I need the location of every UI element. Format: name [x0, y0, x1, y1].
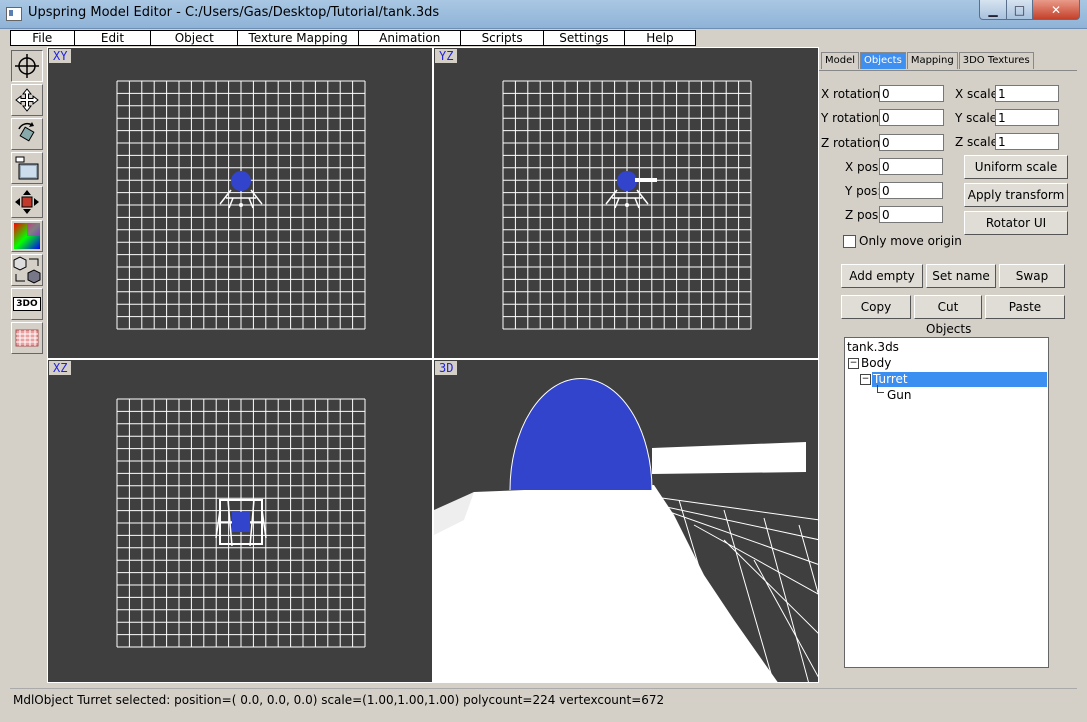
- x-rotation-input[interactable]: [879, 85, 944, 102]
- 3do-tool-button[interactable]: 3DO: [11, 288, 43, 320]
- status-text: MdlObject Turret selected: position=( 0.…: [13, 693, 665, 707]
- texture-icon: [15, 156, 39, 180]
- 3do-icon: 3DO: [13, 297, 41, 311]
- cut-button[interactable]: Cut: [914, 295, 982, 319]
- tree-item-turret[interactable]: Turret: [872, 372, 1047, 387]
- viewport-label-xy: XY: [49, 49, 72, 63]
- viewport-yz[interactable]: YZ: [433, 47, 819, 359]
- texture-tool-button[interactable]: [11, 152, 43, 184]
- panel-tabs: Model Objects Mapping 3DO Textures: [821, 52, 1035, 70]
- viewport-3d[interactable]: 3D: [433, 359, 819, 683]
- swap-button[interactable]: Swap: [999, 264, 1065, 288]
- texture-swatch-icon: [15, 329, 39, 347]
- rotate-tool-button[interactable]: [11, 118, 43, 150]
- tree-item-root[interactable]: tank.3ds: [847, 340, 899, 355]
- menu-settings[interactable]: Settings: [542, 30, 624, 46]
- turret-dome: [510, 378, 652, 490]
- perspective-scene: [434, 377, 818, 682]
- rotate-icon: [18, 122, 35, 142]
- maximize-button[interactable]: □: [1006, 0, 1033, 20]
- viewport-label-yz: YZ: [435, 49, 458, 63]
- crosshair-tool-button[interactable]: [11, 50, 43, 82]
- y-scale-label: Y scale: [955, 111, 998, 125]
- status-bar: MdlObject Turret selected: position=( 0.…: [10, 688, 1077, 711]
- z-pos-label: Z pos:: [845, 208, 883, 222]
- paste-button[interactable]: Paste: [985, 295, 1065, 319]
- menu-texture-mapping[interactable]: Texture Mapping: [237, 30, 359, 46]
- minimize-button[interactable]: ▁: [979, 0, 1007, 20]
- tab-objects[interactable]: Objects: [860, 52, 906, 69]
- y-pos-label: Y pos:: [845, 184, 882, 198]
- tree-connector: [877, 385, 884, 393]
- z-pos-input[interactable]: [879, 206, 943, 223]
- viewport-label-3d: 3D: [435, 361, 458, 375]
- close-button[interactable]: ✕: [1032, 0, 1080, 20]
- crosshair-icon: [15, 54, 39, 78]
- x-pos-input[interactable]: [879, 158, 943, 175]
- z-scale-label: Z scale: [955, 135, 998, 149]
- z-scale-input[interactable]: [995, 133, 1059, 150]
- z-rotation-input[interactable]: [879, 134, 944, 151]
- menu-animation[interactable]: Animation: [358, 30, 461, 46]
- app-icon: [6, 7, 22, 21]
- scale-icon: [15, 190, 39, 214]
- menu-file[interactable]: File: [10, 30, 74, 46]
- menu-bar: File Edit Object Texture Mapping Animati…: [10, 30, 696, 46]
- gun-barrel: [652, 442, 806, 474]
- object-tree: tank.3ds − Body − Turret Gun: [844, 337, 1049, 668]
- tool-palette: 3DO: [10, 48, 46, 358]
- title-bar: Upspring Model Editor - C:/Users/Gas/Des…: [0, 0, 1087, 29]
- copy-button[interactable]: Copy: [841, 295, 911, 319]
- collapse-body-icon[interactable]: −: [848, 358, 859, 369]
- menu-edit[interactable]: Edit: [73, 30, 151, 46]
- x-rotation-label: X rotation:: [821, 87, 885, 101]
- window-title: Upspring Model Editor - C:/Users/Gas/Des…: [28, 5, 440, 20]
- tab-mapping[interactable]: Mapping: [906, 52, 958, 69]
- viewport-xy[interactable]: XY: [47, 47, 433, 359]
- objects-header: Objects: [926, 322, 972, 336]
- move-tool-button[interactable]: [11, 84, 43, 116]
- objects-tab-content: X rotation: Y rotation: Z rotation: X sc…: [819, 70, 1077, 687]
- x-pos-label: X pos:: [845, 160, 883, 174]
- x-scale-input[interactable]: [995, 85, 1059, 102]
- color-icon: [14, 223, 40, 249]
- tree-item-gun[interactable]: Gun: [887, 388, 912, 403]
- swap-objects-icon: [13, 256, 41, 284]
- swap-objects-tool-button[interactable]: [11, 254, 43, 286]
- tab-3do-textures[interactable]: 3DO Textures: [958, 52, 1034, 69]
- x-scale-label: X scale: [955, 87, 998, 101]
- move-icon: [15, 88, 39, 112]
- texture-swatch-tool-button[interactable]: [11, 322, 43, 354]
- y-scale-input[interactable]: [995, 109, 1059, 126]
- menu-scripts[interactable]: Scripts: [460, 30, 543, 46]
- viewport-xz[interactable]: XZ: [47, 359, 433, 683]
- add-empty-button[interactable]: Add empty: [841, 264, 923, 288]
- rotator-ui-button[interactable]: Rotator UI: [964, 211, 1068, 235]
- turret-model: [231, 171, 251, 191]
- uniform-scale-button[interactable]: Uniform scale: [964, 155, 1068, 179]
- color-tool-button[interactable]: [11, 220, 43, 252]
- collapse-turret-icon[interactable]: −: [860, 374, 871, 385]
- yz-grid: [502, 80, 752, 330]
- y-rotation-label: Y rotation:: [821, 111, 884, 125]
- only-move-origin-label: Only move origin: [859, 234, 962, 248]
- menu-help[interactable]: Help: [623, 30, 696, 46]
- apply-transform-button[interactable]: Apply transform: [964, 183, 1068, 207]
- tab-model[interactable]: Model: [821, 52, 860, 69]
- xz-grid: [116, 398, 366, 648]
- properties-panel: Model Objects Mapping 3DO Textures X rot…: [819, 46, 1077, 686]
- menu-object[interactable]: Object: [150, 30, 238, 46]
- tree-item-body[interactable]: Body: [861, 356, 891, 371]
- z-rotation-label: Z rotation:: [821, 136, 885, 150]
- scale-tool-button[interactable]: [11, 186, 43, 218]
- y-pos-input[interactable]: [879, 182, 943, 199]
- y-rotation-input[interactable]: [879, 109, 944, 126]
- xy-grid: [116, 80, 366, 330]
- viewport-label-xz: XZ: [49, 361, 72, 375]
- tank-hull: [434, 485, 778, 682]
- only-move-origin-checkbox[interactable]: [843, 235, 856, 248]
- set-name-button[interactable]: Set name: [926, 264, 996, 288]
